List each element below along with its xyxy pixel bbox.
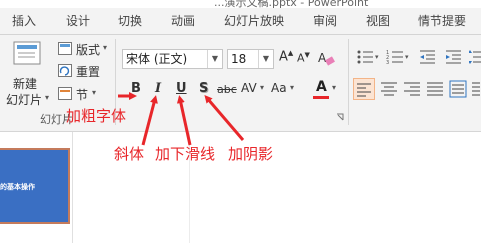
arrow-italic (141, 95, 158, 146)
arrow-shadow (204, 94, 245, 141)
annotation-bold: 加粗字体 (66, 107, 127, 125)
annotation-shadow: 加阴影 (228, 145, 274, 163)
annotation-underline: 加下滑线 (155, 145, 216, 163)
annotation-italic: 斜体 (114, 145, 145, 163)
arrow-underline (176, 95, 192, 146)
